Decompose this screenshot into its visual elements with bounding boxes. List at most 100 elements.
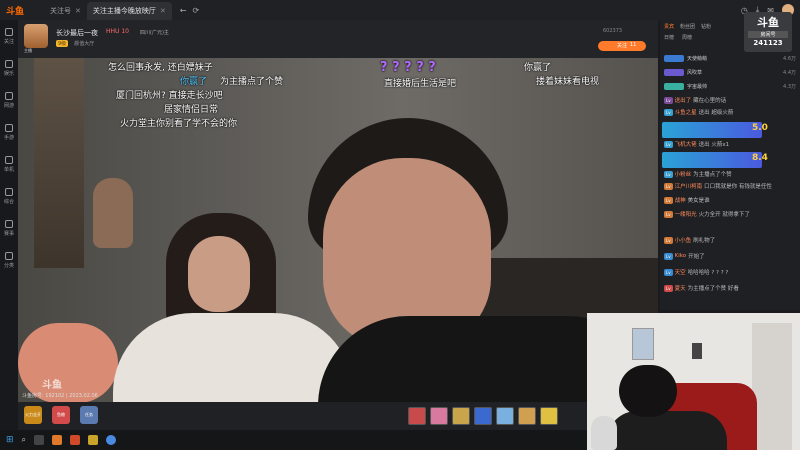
- nav-general[interactable]: 综合: [0, 180, 18, 212]
- tab-room[interactable]: 关注主播今晚放映厅 ✕: [86, 2, 172, 20]
- chat-text: 口口我就是你 有钱就是任性: [704, 184, 772, 190]
- search-icon[interactable]: ⌕: [22, 435, 26, 445]
- rank-badge: [664, 68, 684, 76]
- cam-person-head: [619, 365, 677, 417]
- gamepad-icon: [5, 91, 13, 100]
- douyu-logo[interactable]: 斗鱼: [6, 3, 44, 17]
- chat-user[interactable]: 天空: [675, 268, 686, 276]
- chat-user[interactable]: 小粉丝: [675, 170, 692, 178]
- chat-user[interactable]: Kiko: [675, 253, 687, 259]
- gift-list: [408, 407, 558, 425]
- user-badge: Lv: [664, 196, 673, 204]
- app-icon[interactable]: [88, 435, 99, 445]
- chat-message: Lv 江户川柯南 口口我就是你 有钱就是任性: [660, 182, 800, 190]
- nav-label: 网游: [3, 102, 14, 109]
- video-watermark: 斗鱼: [42, 380, 62, 391]
- fish-food-button[interactable]: 鱼粮: [52, 406, 70, 424]
- gift-item[interactable]: [430, 407, 448, 425]
- chat-user[interactable]: 小小鱼: [675, 236, 692, 244]
- rank-score: 4.4万: [783, 69, 796, 76]
- nav-follow[interactable]: 关注: [0, 20, 18, 52]
- tab-diamond[interactable]: 钻粉: [701, 23, 711, 39]
- danmu-comment: 居家情侣日常: [164, 105, 219, 115]
- tab-daily[interactable]: 日榜: [664, 34, 674, 41]
- overlay-logo: 斗鱼: [757, 16, 779, 29]
- video-player[interactable]: 怎么回事永发, 还白嫖妹子 你赢了 为主播点了个赞 ? ? ? ? ? 直接婚后…: [18, 58, 658, 402]
- close-icon[interactable]: ✕: [75, 7, 81, 15]
- rank-row[interactable]: 风吹草 4.4万: [660, 66, 800, 78]
- rank-badge: [664, 54, 684, 62]
- overlay-room-number: 241123: [753, 39, 783, 47]
- room-host-tag[interactable]: HHU 10: [106, 28, 129, 35]
- chat-text: 美女是谁: [687, 198, 710, 204]
- app-icon[interactable]: [52, 435, 63, 445]
- rank-row[interactable]: 宇宙最帅 4.3万: [660, 80, 800, 92]
- overlay-sub: 房间号: [748, 31, 788, 38]
- nav-label: 单机: [3, 166, 14, 173]
- streamer-avatar-label: 主播: [24, 48, 32, 53]
- app-icon[interactable]: [70, 435, 81, 445]
- refresh-icon[interactable]: ⟳: [192, 6, 199, 15]
- task-button[interactable]: 任务: [80, 406, 98, 424]
- nav-label: 分类: [3, 262, 14, 269]
- room-id: 602373: [603, 28, 623, 34]
- chat-text: 藏在心里的话: [693, 98, 727, 104]
- chat-user[interactable]: 斗鱼之星: [675, 108, 697, 116]
- nav-mobile-games[interactable]: 手游: [0, 116, 18, 148]
- tab-weekly[interactable]: 周榜: [682, 34, 692, 41]
- danmu-comment: 火力堂主你别看了学不会的你: [120, 119, 238, 129]
- windows-start-icon[interactable]: ⊞: [6, 435, 14, 445]
- gift-item[interactable]: [518, 407, 536, 425]
- close-icon[interactable]: ✕: [160, 7, 166, 15]
- danmu-comment: 为主播点了个赞: [220, 77, 284, 87]
- room-category[interactable]: 颜值大厅: [74, 40, 94, 47]
- banner-value: 5.0: [752, 123, 768, 133]
- slot-label: 任务: [85, 412, 93, 417]
- grid-icon: [5, 187, 13, 196]
- user-badge: Lv: [664, 108, 673, 116]
- gift-item[interactable]: [474, 407, 492, 425]
- nav-single-player[interactable]: 单机: [0, 148, 18, 180]
- chat-user[interactable]: 一缕阳光: [675, 210, 697, 218]
- chat-message: Lv 天空 哈哈哈哈 ? ? ? ?: [660, 268, 800, 276]
- back-icon[interactable]: ←: [180, 6, 187, 15]
- list-icon: [5, 251, 13, 260]
- rank-name: 风吹草: [687, 69, 703, 76]
- follow-button[interactable]: 关注: [598, 41, 646, 51]
- chat-text: 火力全开 就得拿下了: [698, 212, 750, 218]
- nav-label: 综合: [3, 198, 14, 205]
- phone-icon: [5, 123, 13, 132]
- user-badge: Lv: [664, 284, 673, 292]
- chat-user[interactable]: 送出了: [675, 96, 692, 104]
- gift-item[interactable]: [540, 407, 558, 425]
- nav-online-games[interactable]: 网游: [0, 84, 18, 116]
- chat-text: 为主播点了个赞 好看: [687, 286, 739, 292]
- fire-power-button[interactable]: 火力全开: [24, 406, 42, 424]
- gift-banner: [662, 122, 762, 138]
- chat-user[interactable]: 飞机大佬: [675, 140, 697, 148]
- rank-name: 宇宙最帅: [687, 83, 708, 90]
- gift-item[interactable]: [452, 407, 470, 425]
- gift-item[interactable]: [496, 407, 514, 425]
- monitor-icon: [5, 155, 13, 164]
- chat-text: 哈哈哈哈 ? ? ? ?: [687, 270, 729, 276]
- douyu-room-overlay: 斗鱼 房间号 241123: [744, 12, 792, 52]
- trophy-icon: [5, 219, 13, 228]
- user-badge: Lv: [664, 140, 673, 148]
- tab-follow[interactable]: 关注号 ✕: [44, 2, 87, 20]
- user-badge: Lv: [664, 182, 673, 190]
- chrome-icon[interactable]: [106, 435, 117, 445]
- chat-user[interactable]: 战神: [675, 196, 686, 204]
- star-icon: [5, 59, 13, 68]
- woman-sweater: [113, 313, 353, 402]
- nav-categories[interactable]: 分类: [0, 244, 18, 276]
- streamer-avatar[interactable]: [24, 24, 48, 48]
- nav-entertainment[interactable]: 娱乐: [0, 52, 18, 84]
- chat-user[interactable]: 江户川柯南: [675, 182, 703, 190]
- taskview-icon[interactable]: [34, 435, 45, 445]
- chat-text: 刷礼物了: [693, 238, 716, 244]
- gift-item[interactable]: [408, 407, 426, 425]
- chat-user[interactable]: 夏天: [675, 284, 686, 292]
- nav-events[interactable]: 赛事: [0, 212, 18, 244]
- rank-row[interactable]: 天使萌萌 4.6万: [660, 52, 800, 64]
